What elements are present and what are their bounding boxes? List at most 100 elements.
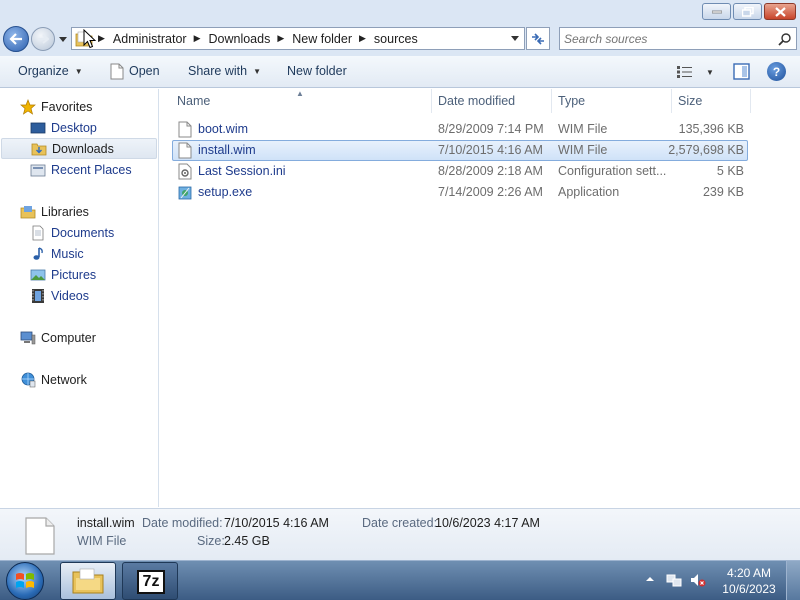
file-date-modified: 8/29/2009 7:14 PM	[438, 122, 544, 136]
document-icon	[178, 142, 192, 159]
preview-pane-icon[interactable]	[733, 63, 750, 80]
forward-button[interactable]	[31, 27, 55, 51]
file-type: Configuration sett...	[558, 164, 667, 178]
chevron-down-icon	[59, 36, 67, 42]
nav-item-libraries[interactable]: Libraries	[0, 202, 158, 222]
show-desktop-button[interactable]	[786, 561, 800, 600]
nav-label: Pictures	[51, 268, 97, 282]
table-row[interactable]: setup.exe 7/14/2009 2:26 AM Application …	[172, 182, 748, 203]
details-file-type: WIM File	[77, 534, 127, 548]
nav-item-network[interactable]: Network	[0, 370, 158, 390]
search-box[interactable]	[559, 27, 797, 50]
sort-ascending-icon: ▲	[296, 89, 304, 98]
clock-time: 4:20 AM	[726, 566, 772, 580]
breadcrumb-separator-icon[interactable]: ▶	[98, 33, 105, 44]
nav-item-computer[interactable]: Computer	[0, 328, 158, 348]
share-with-button[interactable]: Share with ▼	[188, 64, 261, 78]
details-modified-label: Date modified:	[142, 516, 223, 530]
nav-item-documents[interactable]: Documents	[0, 223, 158, 243]
column-divider[interactable]	[431, 89, 432, 113]
nav-item-downloads[interactable]: Downloads	[1, 138, 157, 159]
nav-label: Favorites	[41, 100, 93, 114]
column-header-label: Name	[177, 94, 211, 108]
videos-icon	[32, 289, 44, 303]
organize-button[interactable]: Organize ▼	[18, 64, 83, 78]
music-icon	[33, 247, 43, 260]
nav-item-pictures[interactable]: Pictures	[0, 265, 158, 285]
nav-item-music[interactable]: Music	[0, 244, 158, 264]
table-row[interactable]: Last Session.ini 8/28/2009 2:18 AM Confi…	[172, 161, 748, 182]
column-header-label: Type	[558, 94, 586, 108]
column-divider[interactable]	[671, 89, 672, 113]
nav-label: Documents	[51, 226, 115, 240]
show-hidden-icons-button[interactable]	[644, 573, 656, 585]
open-icon	[110, 63, 124, 80]
search-input[interactable]	[564, 30, 769, 47]
share-with-label: Share with	[188, 64, 248, 78]
desktop-icon	[30, 122, 46, 134]
details-pane: install.wim WIM File Date modified: 7/10…	[0, 508, 800, 560]
restore-button[interactable]	[733, 3, 762, 20]
details-size-value: 2.45 GB	[224, 534, 270, 548]
address-bar[interactable]: ▶ Administrator ▶ Downloads ▶ New folder…	[71, 27, 525, 50]
start-button[interactable]	[6, 562, 44, 600]
search-icon[interactable]	[778, 32, 792, 46]
file-size: 135,396 KB	[678, 122, 744, 136]
table-row[interactable]: boot.wim 8/29/2009 7:14 PM WIM File 135,…	[172, 119, 748, 140]
breadcrumb-item[interactable]: sources	[374, 32, 418, 46]
breadcrumb: ▶ Administrator ▶ Downloads ▶ New folder…	[96, 28, 418, 49]
column-header-date-modified[interactable]: Date modified	[438, 89, 515, 113]
navigation-pane: Favorites Desktop Downloads Recent Place…	[0, 89, 159, 507]
document-icon	[178, 121, 192, 138]
address-history-dropdown[interactable]	[509, 32, 521, 44]
open-button[interactable]: Open	[129, 64, 160, 78]
minimize-icon	[703, 4, 730, 19]
volume-muted-icon[interactable]	[690, 572, 706, 588]
network-icon	[21, 372, 36, 388]
column-divider[interactable]	[551, 89, 552, 113]
nav-item-desktop[interactable]: Desktop	[0, 118, 158, 138]
column-header-type[interactable]: Type	[558, 89, 585, 113]
file-type: Application	[558, 185, 620, 199]
nav-item-videos[interactable]: Videos	[0, 286, 158, 306]
change-view-button[interactable]: ▼	[677, 64, 717, 80]
breadcrumb-item[interactable]: Downloads	[208, 32, 270, 46]
column-divider[interactable]	[750, 89, 751, 113]
breadcrumb-item[interactable]: Administrator	[113, 32, 187, 46]
network-status-icon[interactable]	[666, 572, 682, 588]
system-clock[interactable]: 4:20 AM 10/6/2023	[716, 565, 782, 597]
column-header-label: Date modified	[438, 94, 516, 108]
breadcrumb-separator-icon[interactable]: ▶	[194, 33, 201, 44]
nav-item-recent-places[interactable]: Recent Places	[0, 160, 158, 180]
config-file-icon	[178, 163, 192, 180]
nav-label: Recent Places	[51, 163, 132, 177]
taskbar: 7z 4:20 AM 10/6/2023	[0, 560, 800, 600]
recent-pages-dropdown[interactable]	[58, 34, 68, 44]
column-header-size[interactable]: Size	[678, 89, 702, 113]
back-button[interactable]	[3, 26, 29, 52]
table-row-selected[interactable]: install.wim 7/10/2015 4:16 AM WIM File 2…	[172, 140, 748, 161]
breadcrumb-item[interactable]: New folder	[292, 32, 352, 46]
close-icon	[765, 4, 795, 19]
details-modified-value: 7/10/2015 4:16 AM	[224, 516, 329, 530]
taskbar-7zip-button[interactable]: 7z	[122, 562, 178, 600]
star-icon	[20, 99, 36, 115]
new-folder-button[interactable]: New folder	[287, 64, 347, 78]
file-size: 239 KB	[702, 185, 744, 199]
file-date-modified: 7/14/2009 2:26 AM	[438, 185, 543, 199]
refresh-icon	[532, 32, 544, 45]
breadcrumb-separator-icon[interactable]: ▶	[277, 33, 284, 44]
libraries-icon	[20, 206, 36, 219]
navigation-bar: ▶ Administrator ▶ Downloads ▶ New folder…	[0, 26, 800, 56]
file-list: ▲ Name Date modified Type Size boot.wim …	[160, 89, 800, 507]
nav-item-favorites[interactable]: Favorites	[0, 97, 158, 117]
minimize-button[interactable]	[702, 3, 731, 20]
column-header-name[interactable]: Name	[177, 89, 210, 113]
taskbar-explorer-button[interactable]	[60, 562, 116, 600]
breadcrumb-separator-icon[interactable]: ▶	[359, 33, 366, 44]
close-button[interactable]	[764, 3, 796, 20]
refresh-button[interactable]	[526, 27, 550, 50]
help-button[interactable]: ?	[767, 62, 786, 81]
file-name: boot.wim	[198, 122, 249, 136]
application-icon	[178, 186, 192, 200]
